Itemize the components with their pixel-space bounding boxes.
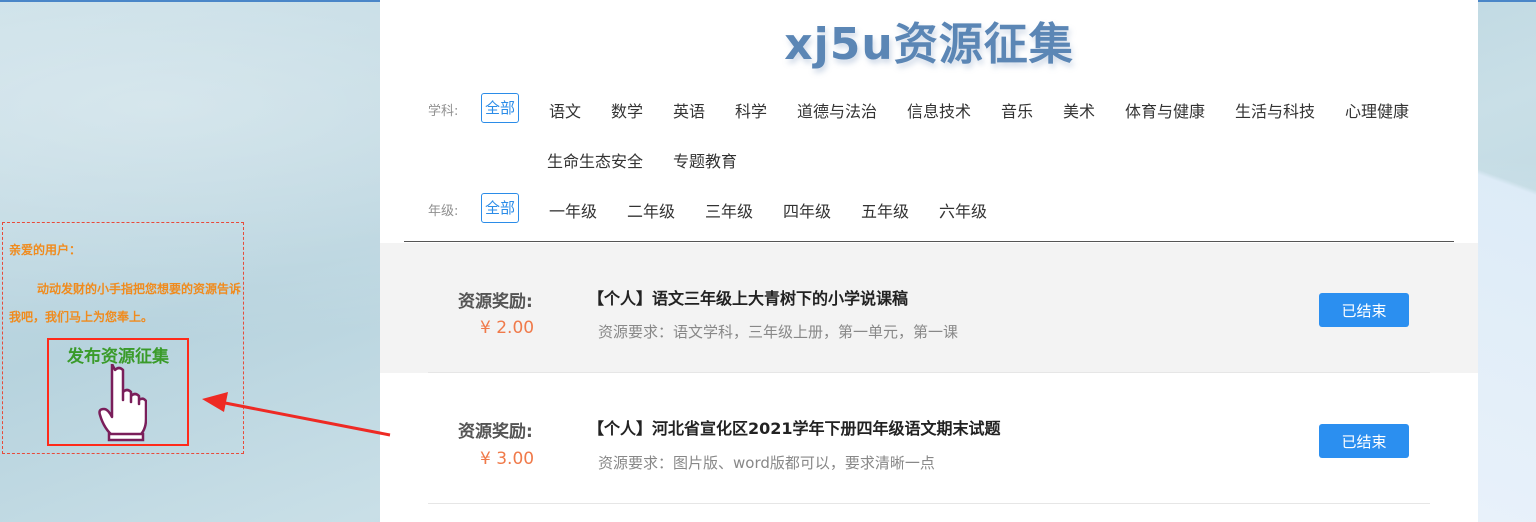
promo-greeting: 亲爱的用户： xyxy=(9,243,82,257)
grade-option-3[interactable]: 三年级 xyxy=(705,198,753,222)
subject-option-science[interactable]: 科学 xyxy=(735,98,767,122)
grade-filter-label: 年级: xyxy=(428,204,459,219)
grade-option-4[interactable]: 四年级 xyxy=(783,198,831,222)
grade-option-2[interactable]: 二年级 xyxy=(627,198,675,222)
task-item[interactable]: 资源奖励: ¥ 3.00 【个人】河北省宣化区2021学年下册四年级语文期末试题… xyxy=(380,374,1478,504)
pointing-hand-icon xyxy=(98,364,147,442)
grade-option-6[interactable]: 六年级 xyxy=(939,198,987,222)
publish-request-button[interactable]: 发布资源征集 xyxy=(47,338,189,446)
grade-option-all[interactable]: 全部 xyxy=(481,193,520,223)
task-separator xyxy=(428,372,1430,373)
subject-option-it[interactable]: 信息技术 xyxy=(907,98,971,122)
promo-message: 动动发财的小手指把您想要的资源告诉我吧，我们马上为您奉上。 xyxy=(9,282,242,324)
task-requirement: 资源要求：语文学科，三年级上册，第一单元，第一课 xyxy=(598,323,959,341)
subject-option-morality-law[interactable]: 道德与法治 xyxy=(797,98,877,122)
subject-option-mental-health[interactable]: 心理健康 xyxy=(1345,98,1409,122)
task-separator xyxy=(428,503,1430,504)
subject-option-chinese[interactable]: 语文 xyxy=(549,98,581,122)
red-arrow-icon xyxy=(202,392,391,437)
subject-option-special-topics[interactable]: 专题教育 xyxy=(673,148,737,172)
grade-option-1[interactable]: 一年级 xyxy=(549,198,597,222)
task-item[interactable]: 资源奖励: ¥ 2.00 【个人】语文三年级上大青树下的小学说课稿 资源要求：语… xyxy=(380,243,1478,373)
task-title[interactable]: 【个人】河北省宣化区2021学年下册四年级语文期末试题 xyxy=(588,415,1001,439)
task-requirement: 资源要求：图片版、word版都可以，要求清晰一点 xyxy=(598,454,935,472)
reward-label: 资源奖励: xyxy=(458,292,533,312)
subject-filter-label: 学科: xyxy=(428,104,459,119)
subject-option-english[interactable]: 英语 xyxy=(673,98,705,122)
subject-option-all[interactable]: 全部 xyxy=(481,93,520,123)
subject-option-pe-health[interactable]: 体育与健康 xyxy=(1125,98,1205,122)
subject-option-music[interactable]: 音乐 xyxy=(1001,98,1033,122)
reward-label: 资源奖励: xyxy=(458,422,533,442)
subject-option-math[interactable]: 数学 xyxy=(611,98,643,122)
grade-option-5[interactable]: 五年级 xyxy=(861,198,909,222)
page-title: xj5u资源征集 xyxy=(784,19,1074,70)
task-title[interactable]: 【个人】语文三年级上大青树下的小学说课稿 xyxy=(588,285,908,309)
subject-option-life-safety[interactable]: 生命生态安全 xyxy=(547,148,643,172)
ended-status-button[interactable]: 已结束 xyxy=(1319,293,1409,327)
main-panel: xj5u资源征集 学科: 全部 语文 数学 英语 科学 道德与法治 信息技术 音… xyxy=(380,0,1478,522)
reward-amount: ¥ 2.00 xyxy=(480,318,535,338)
decorative-background-right xyxy=(1478,0,1536,522)
filter-divider xyxy=(404,241,1454,242)
subject-option-art[interactable]: 美术 xyxy=(1063,98,1095,122)
reward-amount: ¥ 3.00 xyxy=(480,449,535,469)
ended-status-button[interactable]: 已结束 xyxy=(1319,424,1409,458)
subject-option-life-tech[interactable]: 生活与科技 xyxy=(1235,98,1315,122)
